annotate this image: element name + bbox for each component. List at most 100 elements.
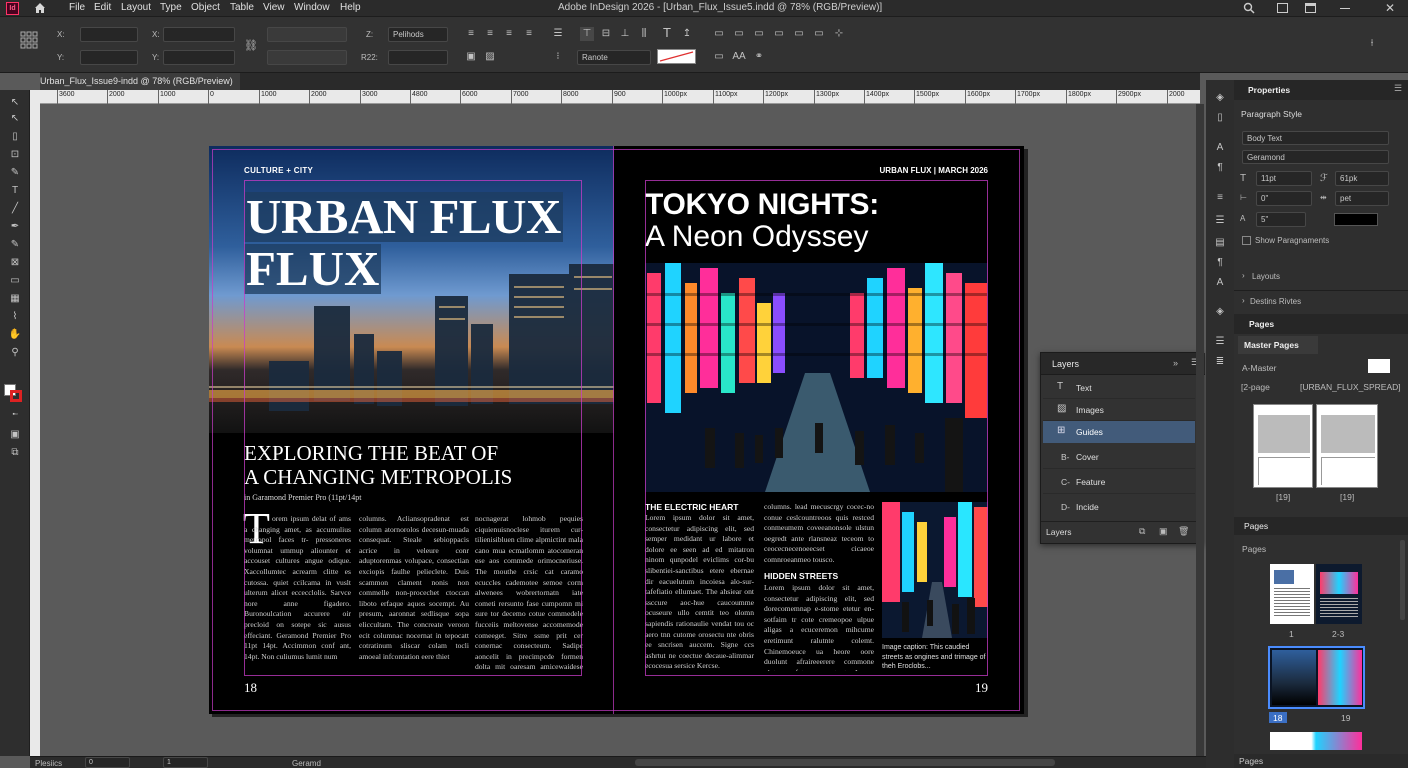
direct-selection-tool-icon[interactable]: ↖ — [8, 112, 22, 126]
w-field[interactable] — [163, 27, 235, 42]
menu-window[interactable]: Window — [294, 2, 330, 13]
menu-type[interactable]: Type — [160, 2, 182, 13]
reference-point-icon[interactable] — [20, 31, 38, 49]
vertical-ruler[interactable] — [30, 90, 40, 756]
font-style-field[interactable] — [388, 50, 448, 65]
vertical-scrollbar[interactable] — [1196, 104, 1204, 756]
paragraph-dock-icon[interactable]: ¶ — [1213, 161, 1227, 175]
stroke-dock-icon[interactable]: ≣ — [1213, 355, 1227, 369]
char-styles-dock-icon[interactable]: A — [1213, 276, 1227, 290]
type-tool-icon[interactable]: T — [660, 26, 674, 40]
cc-libraries-dock-icon[interactable]: ☰ — [1213, 214, 1227, 228]
master-thumb-left[interactable] — [1253, 404, 1313, 488]
character-dock-icon[interactable]: A — [1213, 141, 1227, 155]
para-styles-dock-icon[interactable]: ¶ — [1213, 256, 1227, 270]
fit-icon[interactable]: ▨ — [483, 50, 497, 64]
new-sublayer-icon[interactable]: ⧉ — [1139, 526, 1145, 537]
status-num-field[interactable]: 1 — [163, 757, 208, 768]
a-master-label[interactable]: A-Master — [1242, 363, 1276, 373]
menu-object[interactable]: Object — [191, 2, 220, 13]
home-icon[interactable] — [33, 1, 47, 15]
publish-icon[interactable]: ⍿ — [1365, 37, 1379, 51]
layers-strip-icon[interactable]: ◈ — [1213, 305, 1227, 319]
align-dock-icon[interactable]: ≡ — [1213, 191, 1227, 205]
constrain-icon[interactable]: ⛓ — [244, 39, 258, 52]
layer-row-text[interactable]: T Text — [1043, 377, 1195, 399]
pages-scrollbar[interactable] — [1400, 540, 1405, 620]
scale-field[interactable] — [267, 27, 347, 42]
show-para-checkbox[interactable] — [1242, 236, 1251, 245]
master-pages-tab[interactable]: Master Pages — [1238, 336, 1318, 354]
panel-d-icon[interactable]: ▭ — [772, 27, 786, 41]
stroke-swatch[interactable] — [657, 49, 696, 64]
master-thumb-right[interactable] — [1316, 404, 1378, 488]
align-left-icon[interactable]: ≡ — [464, 27, 478, 41]
layer-row-cover[interactable]: B- Cover — [1043, 445, 1195, 469]
font-size-field[interactable]: 11pt — [1256, 171, 1312, 186]
font-select[interactable]: Geramond — [1242, 150, 1389, 164]
baseline-field[interactable]: 5" — [1256, 212, 1306, 227]
layer-row-feature[interactable]: C- Feature — [1043, 470, 1195, 494]
status-page-field[interactable]: 0 — [85, 757, 130, 768]
zoom-tool-icon[interactable]: ⚲ — [8, 346, 22, 360]
pen-tool-icon[interactable]: ✒ — [8, 220, 22, 234]
layers-dock-icon[interactable]: ◈ — [1213, 91, 1227, 105]
align-top-icon[interactable]: ⊤ — [580, 27, 594, 41]
rotate-field[interactable] — [267, 50, 347, 65]
h-field[interactable] — [163, 50, 235, 65]
x-field[interactable] — [80, 27, 138, 42]
layer-row-incide[interactable]: D- Incide — [1043, 495, 1195, 519]
document-tab[interactable]: Urban_Flux_Issue9-indd @ 78% (RGB/Previe… — [40, 73, 240, 90]
pages-section-header[interactable]: Pages — [1234, 517, 1408, 535]
properties-menu-icon[interactable]: ☰ — [1394, 83, 1402, 94]
page-thumb-1[interactable] — [1270, 564, 1314, 624]
panel-g-icon[interactable]: ⊹ — [832, 27, 846, 41]
page-thumb-next[interactable] — [1270, 732, 1362, 750]
justify-icon[interactable]: ≡ — [522, 27, 536, 41]
hand-tool-icon[interactable]: ✋ — [8, 328, 22, 342]
screen-mode-icon[interactable]: ▣ — [8, 428, 22, 442]
text-options-icon[interactable]: ↥ — [680, 27, 694, 41]
panel-f-icon[interactable]: ▭ — [812, 27, 826, 41]
bullets-icon[interactable]: ⁝ — [551, 50, 565, 64]
align-center-icon[interactable]: ≡ — [483, 27, 497, 41]
links-icon[interactable]: ⚭ — [752, 50, 766, 64]
menu-table[interactable]: Table — [230, 2, 254, 13]
stroke-swatch-tool[interactable] — [10, 390, 22, 402]
panel-a-icon[interactable]: ▭ — [712, 27, 726, 41]
type-tool-icon-left[interactable]: T — [8, 184, 22, 198]
menu-file[interactable]: File — [69, 2, 85, 13]
a-master-thumb[interactable] — [1368, 359, 1390, 373]
gap-tool-icon[interactable]: ⊡ — [8, 148, 22, 162]
align-bottom-icon[interactable]: ⊥ — [618, 27, 632, 41]
menu-layout[interactable]: Layout — [121, 2, 151, 13]
menu-edit[interactable]: Edit — [94, 2, 111, 13]
pages-tab-header[interactable]: Pages — [1234, 314, 1408, 334]
selection-tool-icon[interactable]: ↖ — [8, 96, 22, 110]
minimize-icon[interactable] — [1340, 8, 1350, 9]
new-layer-icon[interactable]: ▣ — [1159, 526, 1168, 537]
layers-collapse-icon[interactable]: » — [1173, 358, 1178, 368]
body-text-select[interactable]: Body Text — [1242, 131, 1389, 145]
delete-layer-icon[interactable]: 🗑 — [1178, 526, 1189, 537]
font-family-field[interactable]: Pelihods — [388, 27, 448, 42]
y-field[interactable] — [80, 50, 138, 65]
paragraph-style-select[interactable]: Ranote — [577, 50, 651, 65]
eyedropper-tool-icon[interactable]: ⌇ — [8, 310, 22, 324]
workspace-icon[interactable] — [1277, 3, 1288, 13]
frame-icon[interactable]: ▣ — [464, 50, 478, 64]
page-thumb-2-3[interactable] — [1316, 564, 1362, 624]
layer-row-images[interactable]: ▨ Images — [1043, 399, 1195, 421]
panel-b-icon[interactable]: ▭ — [732, 27, 746, 41]
pencil-tool-icon[interactable]: ✎ — [8, 238, 22, 252]
panel-e-icon[interactable]: ▭ — [792, 27, 806, 41]
table-dock-icon[interactable]: ▤ — [1213, 236, 1227, 250]
layer-row-guides[interactable]: ⊞ Guides — [1043, 421, 1195, 443]
rectangle-frame-tool-icon[interactable]: ⊠ — [8, 256, 22, 270]
horizontal-scrollbar[interactable] — [635, 759, 1055, 766]
swap-colors-icon[interactable]: ▪▫ — [8, 408, 22, 422]
content-tool-icon[interactable]: ✎ — [8, 166, 22, 180]
align-right-icon[interactable]: ≡ — [502, 27, 516, 41]
text-color-swatch[interactable] — [1334, 213, 1378, 226]
list-icon[interactable]: ☰ — [551, 27, 565, 41]
